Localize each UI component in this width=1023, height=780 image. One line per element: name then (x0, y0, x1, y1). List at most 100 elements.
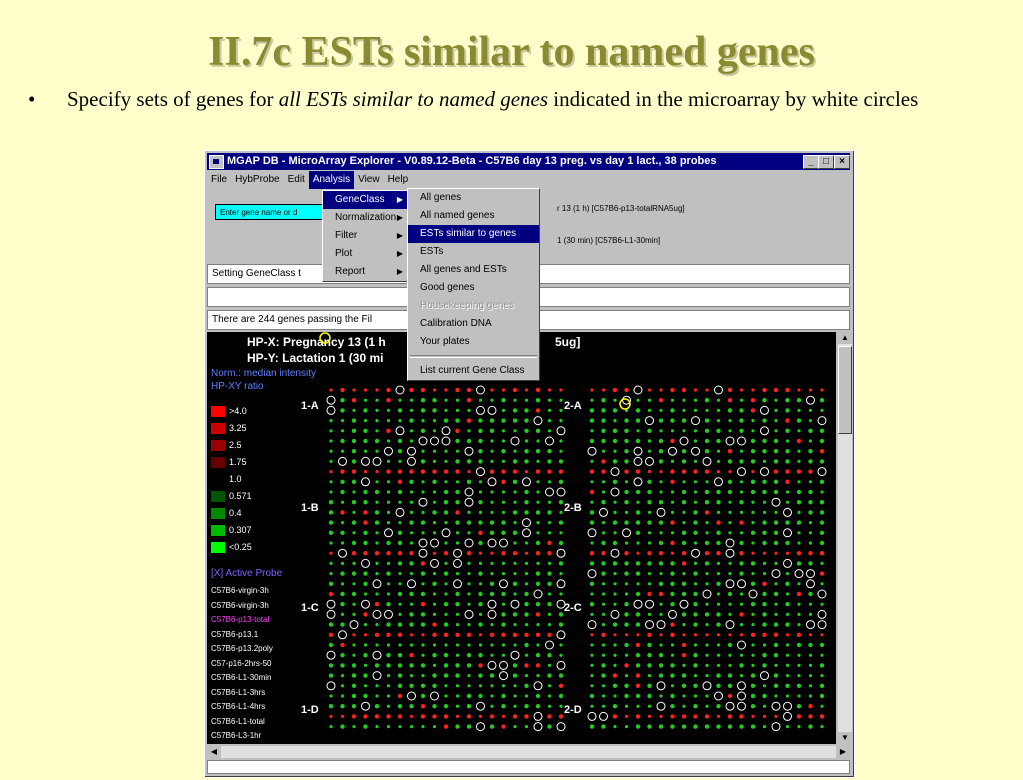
array-spot[interactable] (547, 673, 552, 678)
array-spot[interactable] (693, 408, 698, 412)
array-spot[interactable] (808, 684, 813, 688)
array-spot[interactable] (658, 663, 664, 668)
array-spot[interactable] (397, 551, 403, 556)
array-spot[interactable] (808, 674, 813, 678)
array-spot[interactable] (490, 653, 494, 657)
array-spot[interactable] (797, 663, 801, 667)
array-spot[interactable] (612, 520, 618, 525)
array-spot[interactable] (536, 480, 540, 484)
array-spot[interactable] (363, 673, 368, 678)
array-spot[interactable] (705, 674, 709, 678)
array-spot[interactable] (363, 633, 368, 637)
array-spot[interactable] (536, 490, 540, 494)
array-spot[interactable] (808, 714, 813, 719)
array-spot[interactable] (524, 439, 529, 443)
est-circle-marker[interactable] (464, 497, 474, 507)
array-spot[interactable] (750, 602, 756, 607)
array-spot[interactable] (716, 581, 721, 586)
array-spot[interactable] (444, 694, 448, 698)
array-spot[interactable] (432, 551, 437, 555)
array-spot[interactable] (397, 663, 403, 668)
array-spot[interactable] (524, 561, 529, 565)
scroll-down-arrow[interactable]: ▼ (838, 732, 852, 744)
array-spot[interactable] (785, 459, 790, 464)
array-spot[interactable] (409, 612, 414, 617)
array-spot[interactable] (375, 449, 379, 453)
array-spot[interactable] (693, 602, 698, 607)
array-spot[interactable] (774, 510, 778, 514)
est-circle-marker[interactable] (656, 620, 666, 630)
array-spot[interactable] (409, 643, 414, 647)
array-spot[interactable] (739, 674, 744, 678)
est-circle-marker[interactable] (361, 701, 370, 711)
array-spot[interactable] (820, 561, 824, 565)
array-spot[interactable] (601, 663, 606, 668)
array-spot[interactable] (420, 387, 426, 393)
array-spot[interactable] (501, 561, 506, 565)
array-spot[interactable] (658, 449, 664, 454)
array-spot[interactable] (636, 582, 640, 586)
array-spot[interactable] (693, 633, 698, 637)
array-spot[interactable] (352, 531, 356, 535)
array-spot[interactable] (421, 653, 425, 657)
array-spot[interactable] (420, 683, 426, 688)
array-spot[interactable] (455, 612, 460, 616)
est-circle-marker[interactable] (702, 589, 712, 599)
array-spot[interactable] (455, 591, 460, 597)
est-circle-marker[interactable] (545, 436, 554, 446)
array-spot[interactable] (490, 623, 494, 627)
array-spot[interactable] (363, 684, 368, 688)
array-spot[interactable] (467, 684, 471, 688)
array-spot[interactable] (624, 561, 629, 566)
array-spot[interactable] (647, 489, 652, 495)
array-spot[interactable] (635, 510, 641, 515)
est-circle-marker[interactable] (691, 548, 700, 558)
array-spot[interactable] (524, 428, 529, 433)
est-circle-marker[interactable] (556, 548, 566, 558)
array-spot[interactable] (670, 459, 675, 463)
array-spot[interactable] (693, 541, 698, 545)
array-spot[interactable] (375, 572, 379, 576)
array-spot[interactable] (670, 602, 675, 607)
array-spot[interactable] (716, 663, 721, 667)
array-spot[interactable] (613, 582, 617, 586)
array-spot[interactable] (773, 387, 779, 393)
array-spot[interactable] (716, 622, 721, 627)
array-spot[interactable] (624, 571, 629, 576)
array-spot[interactable] (409, 408, 414, 412)
array-spot[interactable] (524, 459, 529, 464)
array-spot[interactable] (785, 408, 790, 413)
array-spot[interactable] (681, 673, 687, 678)
array-spot[interactable] (375, 429, 379, 433)
est-circle-marker[interactable] (326, 609, 336, 619)
array-spot[interactable] (716, 724, 721, 729)
array-spot[interactable] (705, 643, 709, 647)
array-spot[interactable] (363, 724, 368, 729)
array-spot[interactable] (444, 561, 448, 565)
array-spot[interactable] (796, 398, 802, 403)
array-spot[interactable] (558, 683, 564, 688)
array-spot[interactable] (612, 714, 618, 719)
array-spot[interactable] (512, 408, 518, 413)
array-spot[interactable] (624, 520, 629, 525)
array-spot[interactable] (819, 459, 825, 464)
array-spot[interactable] (478, 612, 483, 616)
array-spot[interactable] (820, 408, 824, 412)
array-spot[interactable] (751, 623, 755, 627)
array-spot[interactable] (489, 520, 495, 525)
array-spot[interactable] (547, 429, 552, 433)
array-spot[interactable] (647, 408, 652, 412)
array-spot[interactable] (704, 612, 710, 617)
array-spot[interactable] (420, 714, 426, 719)
array-spot[interactable] (536, 521, 540, 525)
array-spot[interactable] (705, 633, 709, 637)
array-spot[interactable] (659, 643, 663, 647)
array-spot[interactable] (559, 419, 563, 423)
array-spot[interactable] (590, 612, 594, 616)
array-spot[interactable] (751, 612, 755, 616)
array-spot[interactable] (512, 469, 518, 474)
est-circle-marker[interactable] (714, 477, 723, 487)
array-spot[interactable] (547, 714, 552, 719)
array-spot[interactable] (819, 540, 825, 546)
array-spot[interactable] (659, 388, 663, 392)
